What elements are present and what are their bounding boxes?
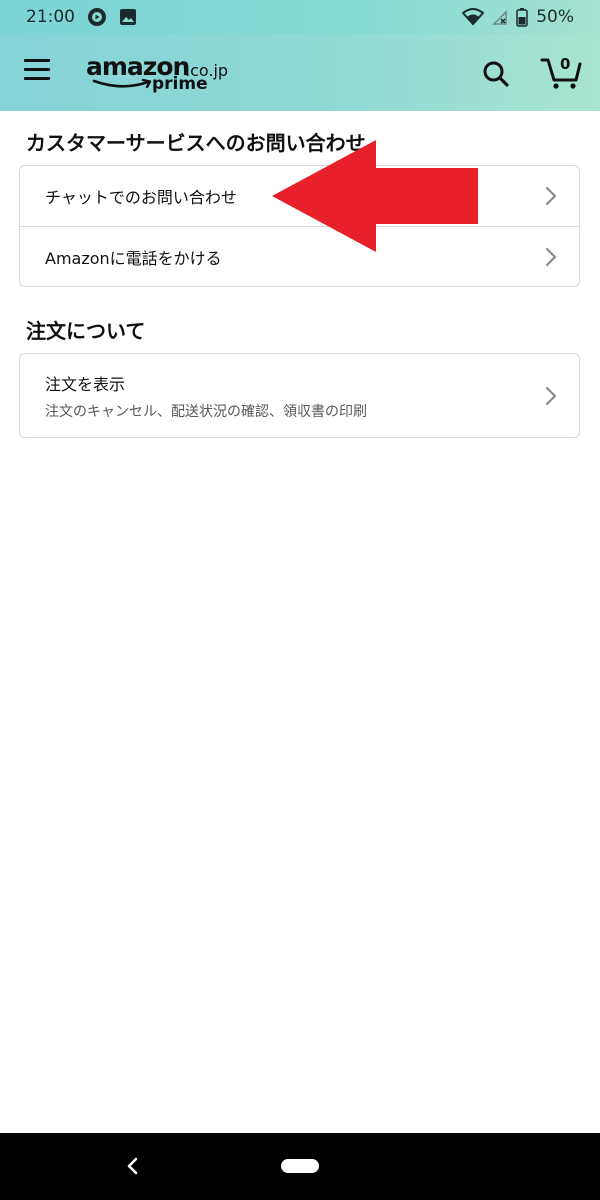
chat-contact-label: チャットでのお問い合わせ [45,188,237,207]
signal-icon [492,9,508,25]
customer-service-card: チャットでのお問い合わせ Amazonに電話をかける [19,165,580,287]
chat-contact-item[interactable]: チャットでのお問い合わせ [20,166,579,226]
cart-count: 0 [560,55,571,73]
cart-button[interactable]: 0 [540,54,582,90]
wifi-icon [462,8,485,26]
call-amazon-label: Amazonに電話をかける [45,248,222,268]
logo-prime: prime [152,74,208,94]
back-icon[interactable] [122,1155,144,1177]
battery-percent: 50% [536,7,574,27]
image-notification-icon [119,8,137,26]
smile-arrow-icon [92,78,152,89]
status-time: 21:00 [26,7,75,27]
status-bar: 21:00 50% [0,0,600,34]
chevron-right-icon [545,386,557,405]
home-pill-button[interactable] [281,1159,319,1173]
view-orders-sublabel: 注文のキャンセル、配送状況の確認、領収書の印刷 [45,403,367,420]
call-amazon-item[interactable]: Amazonに電話をかける [20,226,579,286]
chevron-right-icon [545,247,557,266]
app-header: amazon .co.jp prime 0 [0,34,600,111]
hamburger-icon [24,59,50,62]
battery-icon [516,7,528,27]
amazon-prime-logo[interactable]: amazon .co.jp prime [86,52,236,96]
view-orders-item[interactable]: 注文を表示 注文のキャンセル、配送状況の確認、領収書の印刷 [20,354,579,437]
orders-title: 注文について [26,319,146,343]
search-button[interactable] [482,60,510,88]
play-notification-icon [87,7,107,27]
menu-button[interactable] [24,59,54,85]
orders-card: 注文を表示 注文のキャンセル、配送状況の確認、領収書の印刷 [19,353,580,438]
search-icon [483,61,509,87]
customer-service-title: カスタマーサービスへのお問い合わせ [26,131,366,155]
view-orders-label: 注文を表示 [45,374,126,394]
system-nav-bar [0,1133,600,1200]
chevron-right-icon [545,186,557,206]
